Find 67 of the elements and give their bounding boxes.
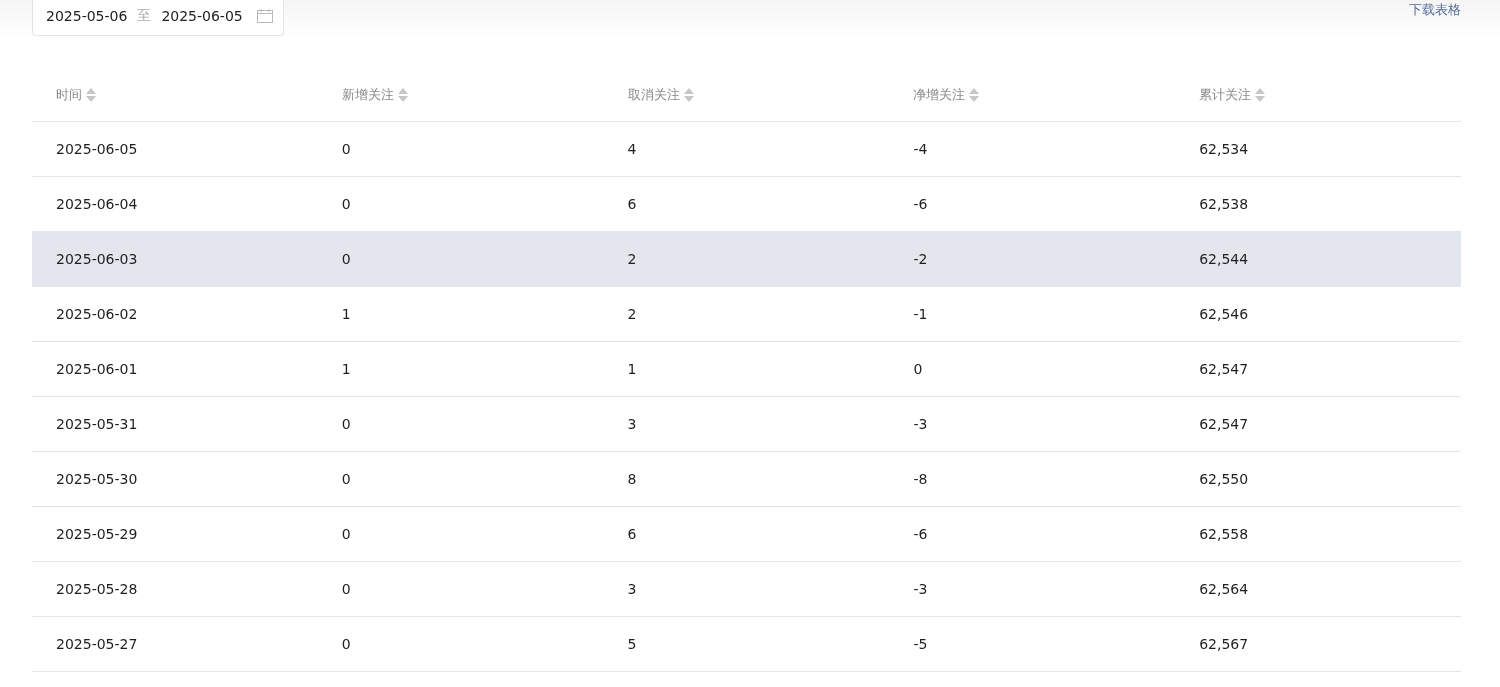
table-cell-text: 4 xyxy=(626,141,638,157)
table-cell-text: 6 xyxy=(626,196,638,212)
table-cell-text: 2 xyxy=(626,251,638,267)
table-cell-text: -2 xyxy=(912,251,929,267)
sort-icon[interactable] xyxy=(86,87,96,103)
table-cell-text: 0 xyxy=(912,361,924,377)
column-header[interactable]: 累计关注 xyxy=(1199,86,1252,104)
table-cell-text: 8 xyxy=(626,471,638,487)
table-cell-text: 1 xyxy=(626,361,638,377)
table-cell-text: 1 xyxy=(340,361,352,377)
table-cell-text: -8 xyxy=(912,471,929,487)
table-cell-text: 3 xyxy=(626,581,638,597)
sort-icon[interactable] xyxy=(397,87,408,103)
column-header[interactable]: 取消关注 xyxy=(627,86,680,104)
table-cell-text: 0 xyxy=(340,636,352,652)
table-cell-text: 0 xyxy=(340,251,352,267)
column-header[interactable]: 净增关注 xyxy=(913,86,966,104)
table-cell-text: -6 xyxy=(912,196,929,212)
start-date: 2025-05-06 xyxy=(46,7,128,24)
column-header[interactable]: 新增关注 xyxy=(341,86,394,104)
table-cell-text: 0 xyxy=(340,581,352,597)
table-cell-text: -3 xyxy=(912,581,929,597)
table-cell-text: 2025-06-03 xyxy=(55,251,139,267)
table-cell-text: 2025-06-02 xyxy=(55,306,139,322)
table-cell-text: 0 xyxy=(340,141,352,157)
table-cell-text: 3 xyxy=(626,416,638,432)
calendar-icon xyxy=(256,8,273,23)
table-cell-text: 0 xyxy=(340,196,352,212)
table-cell-text: 62,547 xyxy=(1198,361,1250,377)
table-cell-text: -6 xyxy=(912,526,929,542)
table-cell-text: 5 xyxy=(626,636,638,652)
table-cell-text: 62,550 xyxy=(1198,471,1250,487)
sort-icon[interactable] xyxy=(1255,87,1266,103)
table-cell-text: 2025-06-04 xyxy=(55,196,139,212)
table-cell-text: 62,538 xyxy=(1198,196,1250,212)
table-cell-text: 0 xyxy=(340,526,352,542)
table-cell-text: 2025-05-27 xyxy=(55,636,139,652)
table-cell-text: -4 xyxy=(912,141,929,157)
date-range-picker[interactable]: 2025-05-06 至 2025-06-05 xyxy=(32,0,284,36)
table-cell-text: 62,567 xyxy=(1198,636,1250,652)
table-cell-text: 2 xyxy=(626,306,638,322)
table-cell-text: 2025-06-01 xyxy=(55,361,139,377)
sort-icon[interactable] xyxy=(969,87,980,103)
table-cell-text: 2025-05-28 xyxy=(55,581,139,597)
table-cell-text: 62,558 xyxy=(1198,526,1250,542)
table-cell-text: -1 xyxy=(912,306,929,322)
table-cell-text: -5 xyxy=(912,636,929,652)
table-cell-text: 2025-05-30 xyxy=(55,471,139,487)
table-cell-text: 62,546 xyxy=(1198,306,1250,322)
table-cell-text: 1 xyxy=(340,306,352,322)
table-cell-text: 62,544 xyxy=(1198,251,1250,267)
table-cell-text: 2025-06-05 xyxy=(55,141,139,157)
download-table-link[interactable]: 下载表格 xyxy=(1409,1,1461,19)
table-cell-text: 62,534 xyxy=(1198,141,1250,157)
table-cell-text: 6 xyxy=(626,526,638,542)
end-date: 2025-06-05 xyxy=(161,7,243,24)
table-cell-text: 62,564 xyxy=(1198,581,1250,597)
table-cell-text: 2025-05-29 xyxy=(55,526,139,542)
table-cell-text: 0 xyxy=(340,416,352,432)
sort-icon[interactable] xyxy=(683,87,694,103)
table-cell-text: -3 xyxy=(912,416,929,432)
table-row[interactable]: 2025-06-03 0 2 -2 62,544 xyxy=(32,232,1461,287)
table-cell-text: 62,547 xyxy=(1198,416,1250,432)
range-separator: 至 xyxy=(137,6,152,25)
table-cell-text: 2025-05-31 xyxy=(55,416,139,432)
column-header[interactable]: 时间 xyxy=(56,86,82,104)
table-cell-text: 0 xyxy=(340,471,352,487)
